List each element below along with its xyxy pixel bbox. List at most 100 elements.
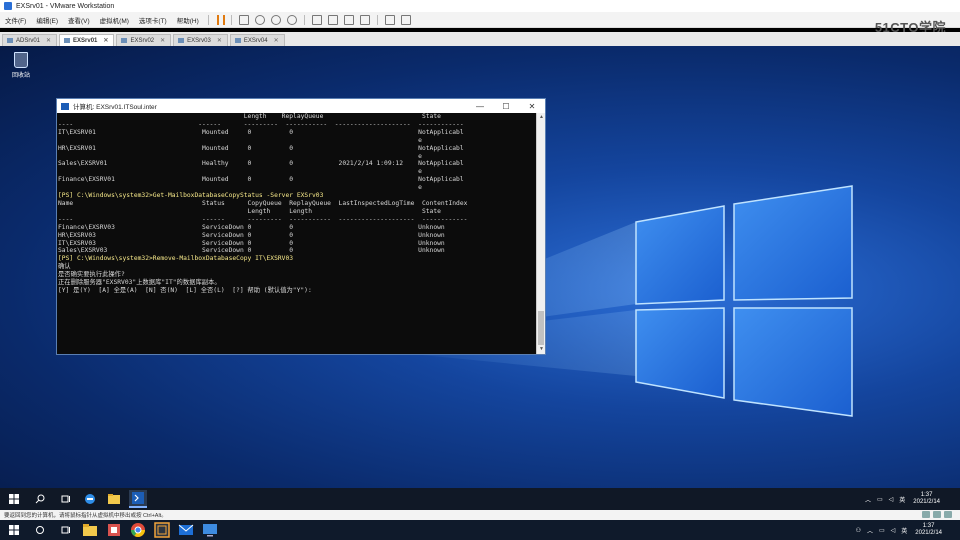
display-icon[interactable] [944,511,952,518]
console-output-line: e [58,136,422,144]
console-output-line: Length ReplayQueue State [58,113,441,120]
recycle-bin[interactable]: 回收站 [7,52,35,79]
start-icon[interactable] [6,491,22,507]
tab-label: EXSrv03 [187,37,211,44]
task-view-icon[interactable] [58,491,74,507]
thumbnail-icon[interactable] [327,14,338,25]
vm-tabs: ADSrv01 ✕ EXSrv01 ✕ EXSrv02 ✕ EXSrv03 ✕ EXSr… [0,32,960,46]
console-output-line: Length Length State [58,207,441,215]
console-titlebar[interactable]: 计算机: EXSrv01.ITSoul.inter — ☐ ✕ [57,99,545,113]
chrome-icon[interactable] [130,522,146,538]
console-title: 计算机: EXSrv01.ITSoul.inter [73,104,157,111]
powershell-window[interactable]: 计算机: EXSrv01.ITSoul.inter — ☐ ✕ Length R… [56,98,546,355]
mail-icon[interactable] [178,522,194,538]
console-view-icon[interactable] [384,14,395,25]
vm-icon [178,38,185,43]
volume-icon[interactable]: ◁ [891,527,896,534]
close-button[interactable]: ✕ [519,102,545,111]
tab-exsrv01[interactable]: EXSrv01 ✕ [59,34,115,46]
close-icon[interactable]: ✕ [103,37,108,44]
console-output-line: HR\EXSRV01 Mounted 0 0 NotApplicabl [58,144,464,152]
volume-icon[interactable]: ◁ [889,496,894,503]
vmware-workstation-icon[interactable] [154,522,170,538]
console-output-line: 正在删除服务器"EXSRV03"上数据库"IT"的数据库副本。 [58,279,221,287]
menu-view[interactable]: 查看(V) [63,15,95,25]
close-icon[interactable]: ✕ [217,37,222,44]
network-icon[interactable]: ▭ [877,496,883,503]
library-icon[interactable] [311,14,322,25]
input-language[interactable]: 英 [899,495,905,504]
tab-label: ADSrv01 [16,37,41,44]
file-explorer-icon[interactable] [105,490,123,508]
search-icon[interactable] [32,491,48,507]
unity-icon[interactable] [359,14,370,25]
tab-label: EXSrv01 [73,37,98,44]
search-icon[interactable] [33,523,47,537]
console-output-line: Sales\EXSRV01 Healthy 0 0 2021/2/14 1:09… [58,160,464,168]
toolbar-separator [230,14,232,25]
console-output-line: Finance\EXSRV03 ServiceDown 0 0 Unknown [58,223,445,231]
tab-adsrv01[interactable]: ADSrv01 ✕ [2,34,58,46]
vmware-titlebar: EXSrv01 - VMware Workstation [0,0,960,12]
host-clock[interactable]: 1:37 2021/2/14 [915,523,942,537]
people-icon[interactable]: ⚇ [856,527,861,534]
scroll-thumb[interactable] [538,311,544,345]
tab-exsrv04[interactable]: EXSrv04 ✕ [229,34,285,46]
task-view-icon[interactable] [59,523,73,537]
pause-icon[interactable] [216,14,225,25]
guest-clock[interactable]: 1:37 2021/2/14 [913,492,940,506]
vm-icon [7,38,13,43]
console-scrollbar[interactable]: ▲ ▼ [536,113,545,354]
hdd-icon[interactable] [922,511,930,518]
exchange-shell-icon[interactable] [129,490,147,508]
close-icon[interactable]: ✕ [274,37,279,44]
send-ctrl-alt-del-icon[interactable] [238,14,249,25]
console-output-line: IT\EXSRV03 ServiceDown 0 0 Unknown [58,239,445,247]
menu-file[interactable]: 文件(F) [0,15,31,25]
menu-tabs[interactable]: 选项卡(T) [134,15,172,25]
menu-vm[interactable]: 虚拟机(M) [95,15,134,25]
start-icon[interactable] [7,523,21,537]
device-icons [919,511,952,518]
edge-icon[interactable] [81,490,99,508]
console-output-line: e [58,152,422,160]
stretch-icon[interactable] [400,14,411,25]
console-command-line: [PS] C:\Windows\system32>Get-MailboxData… [58,192,324,200]
console-output-line: ---- ------ --------- ----------- ------… [58,120,464,128]
guest-system-tray: ︿ ▭ ◁ 英 1:37 2021/2/14 [865,488,940,510]
close-icon[interactable]: ✕ [160,37,165,44]
network-icon[interactable]: ▭ [879,527,885,534]
tab-exsrv02[interactable]: EXSrv02 ✕ [116,34,172,46]
vmware-statusbar: 要返回到您的计算机，请将鼠标指针从虚拟机中移出或按 Ctrl+Alt。 [0,510,960,520]
host-system-tray: ⚇ ︿ ▭ ◁ 英 1:37 2021/2/14 [856,520,942,540]
snapshot-manager-icon[interactable] [286,14,297,25]
console-output-line: e [58,184,422,192]
snapshot-icon[interactable] [254,14,265,25]
maximize-button[interactable]: ☐ [493,102,519,111]
revert-snapshot-icon[interactable] [270,14,281,25]
minimize-button[interactable]: — [467,102,493,111]
vmware-logo-icon [4,2,12,10]
scroll-down-icon[interactable]: ▼ [537,345,546,354]
window-title: EXSrv01 - VMware Workstation [16,2,115,10]
apps-icon[interactable] [106,522,122,538]
console-output-line: Finance\EXSRV01 Mounted 0 0 NotApplicabl [58,176,464,184]
close-icon[interactable]: ✕ [46,37,51,44]
input-language[interactable]: 英 [901,526,907,535]
chevron-up-icon[interactable]: ︿ [867,526,873,535]
file-explorer-icon[interactable] [82,522,98,538]
host-date: 2021/2/14 [915,530,942,536]
scroll-up-icon[interactable]: ▲ [537,113,546,122]
network-adapter-icon[interactable] [933,511,941,518]
remote-desktop-icon[interactable] [202,522,218,538]
powershell-icon [61,102,69,110]
chevron-up-icon[interactable]: ︿ [865,495,871,504]
console-output[interactable]: Length ReplayQueue State ---- ------ ----… [57,113,535,354]
full-screen-icon[interactable] [343,14,354,25]
tab-exsrv03[interactable]: EXSrv03 ✕ [173,34,228,46]
menu-help[interactable]: 帮助(H) [172,15,204,25]
console-output-line: Name Status CopyQueue ReplayQueue LastIn… [58,199,468,207]
vm-icon [64,38,71,43]
menu-edit[interactable]: 编辑(E) [31,15,63,25]
console-output-line: IT\EXSRV01 Mounted 0 0 NotApplicabl [58,128,464,136]
